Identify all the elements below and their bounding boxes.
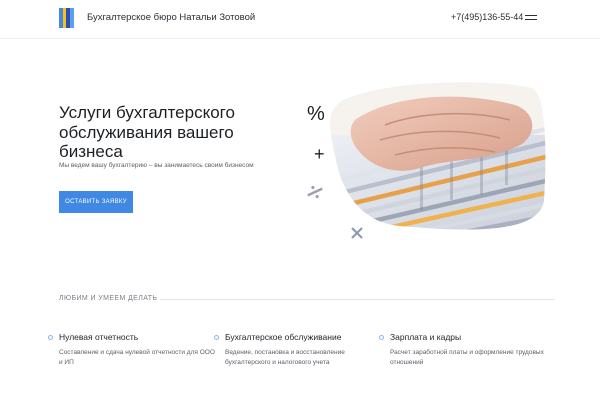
service-item-zero-reporting[interactable]: Нулевая отчетность Составление и сдача н… bbox=[48, 332, 219, 368]
divide-icon bbox=[307, 185, 323, 199]
bullet-icon bbox=[48, 335, 53, 340]
service-title: Зарплата и кадры bbox=[390, 332, 462, 342]
plus-icon: + bbox=[314, 144, 325, 164]
bullet-icon bbox=[379, 335, 384, 340]
submit-request-button[interactable]: ОСТАВИТЬ ЗАЯВКУ bbox=[59, 191, 133, 213]
brand-name[interactable]: Бухгалтерское бюро Натальи Зотовой bbox=[87, 12, 255, 23]
percent-icon: % bbox=[307, 103, 325, 125]
hero-title: Услуги бухгалтерского обслуживания вашег… bbox=[59, 103, 235, 161]
service-item-accounting[interactable]: Бухгалтерское обслуживание Ведение, пост… bbox=[214, 332, 385, 368]
hero-image: % + bbox=[307, 82, 546, 239]
service-title: Бухгалтерское обслуживание bbox=[225, 332, 342, 342]
bullet-icon bbox=[214, 335, 219, 340]
phone-link[interactable]: +7(495)136-55-44 bbox=[451, 12, 523, 22]
multiply-icon bbox=[351, 227, 363, 239]
photo-blob bbox=[330, 82, 546, 230]
section-title: ЛЮБИМ И УМЕЕМ ДЕЛАТЬ bbox=[59, 295, 158, 302]
section-divider bbox=[160, 299, 555, 300]
menu-icon[interactable] bbox=[525, 13, 537, 22]
service-description: Составление и сдача нулевой отчетности д… bbox=[59, 349, 215, 366]
logo-icon[interactable] bbox=[59, 8, 74, 28]
site-header: Бухгалтерское бюро Натальи Зотовой +7(49… bbox=[0, 0, 600, 39]
service-title: Нулевая отчетность bbox=[59, 332, 139, 342]
hero-subtitle: Мы ведем вашу бухгалтерию – вы занимаете… bbox=[59, 162, 254, 169]
service-item-payroll[interactable]: Зарплата и кадры Расчет заработной платы… bbox=[379, 332, 550, 368]
service-description: Расчет заработной платы и оформление тру… bbox=[390, 349, 544, 366]
service-description: Ведение, постановка и восстановление бух… bbox=[225, 349, 345, 366]
